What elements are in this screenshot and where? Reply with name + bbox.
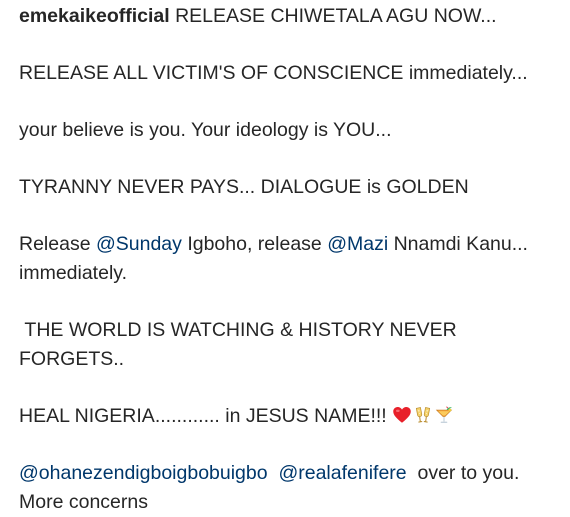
caption-line-4: TYRANNY NEVER PAYS... DIALOGUE is GOLDEN [19, 176, 469, 198]
caption-text: Igboho, release [181, 233, 328, 255]
caption-text: RELEASE CHIWETALA AGU NOW... [169, 5, 497, 27]
tropical-drink-icon [435, 406, 453, 423]
caption-line-8: @ohanezendigboigbobuigbo @realafenifere … [19, 459, 564, 517]
caption-line-2: RELEASE ALL VICTIM'S OF CONSCIENCE immed… [19, 62, 528, 84]
caption-text [268, 462, 279, 484]
mention-realafenifere[interactable]: @realafenifere [278, 462, 406, 484]
caption-text: HEAL NIGERIA............ in JESUS NAME!!… [19, 405, 393, 427]
red-heart-icon [393, 407, 411, 423]
caption-line-5: Release @Sunday Igboho, release @Mazi Nn… [19, 230, 564, 288]
mention-ohanezendigboigbobuigbo[interactable]: @ohanezendigboigbobuigbo [19, 462, 268, 484]
mention-sunday[interactable]: @Sunday [96, 233, 182, 255]
caption-line-3: your believe is you. Your ideology is YO… [19, 119, 392, 141]
username-link[interactable]: emekaikeofficial [19, 5, 170, 27]
mention-mazi[interactable]: @Mazi [327, 233, 388, 255]
post-caption: emekaikeofficial RELEASE CHIWETALA AGU N… [19, 0, 564, 517]
caption-text: Release [19, 233, 96, 255]
clinking-glasses-icon [416, 407, 431, 423]
caption-line-6: THE WORLD IS WATCHING & HISTORY NEVER FO… [19, 319, 463, 370]
caption-line-7: HEAL NIGERIA............ in JESUS NAME!!… [19, 402, 564, 431]
caption-line-1: emekaikeofficial RELEASE CHIWETALA AGU N… [19, 2, 564, 31]
